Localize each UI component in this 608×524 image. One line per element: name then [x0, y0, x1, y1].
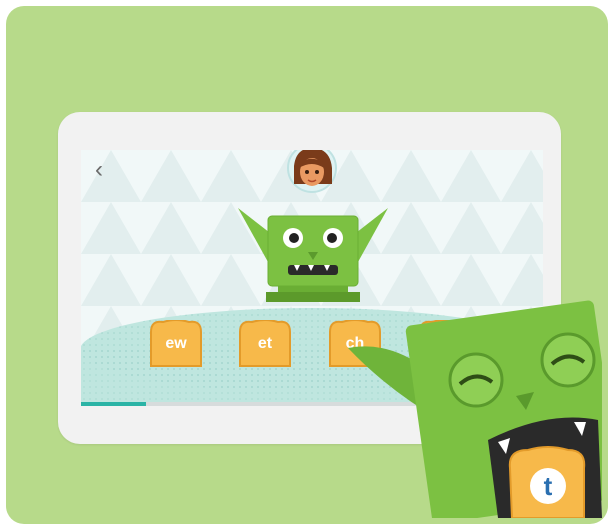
- choice-label: ew: [165, 335, 187, 352]
- mascot-goblin: t: [348, 300, 602, 518]
- back-button[interactable]: ‹: [95, 158, 103, 182]
- choice-toast-1[interactable]: ew: [147, 320, 205, 368]
- girl-avatar[interactable]: [282, 150, 342, 194]
- promo-background: ‹ ew et ch t: [6, 6, 608, 524]
- mascot-toast-letter: t: [544, 471, 553, 501]
- choice-toast-2[interactable]: et: [236, 320, 294, 368]
- choice-label: et: [257, 335, 273, 352]
- goblin-character: [238, 208, 388, 302]
- progress-fill: [81, 402, 146, 406]
